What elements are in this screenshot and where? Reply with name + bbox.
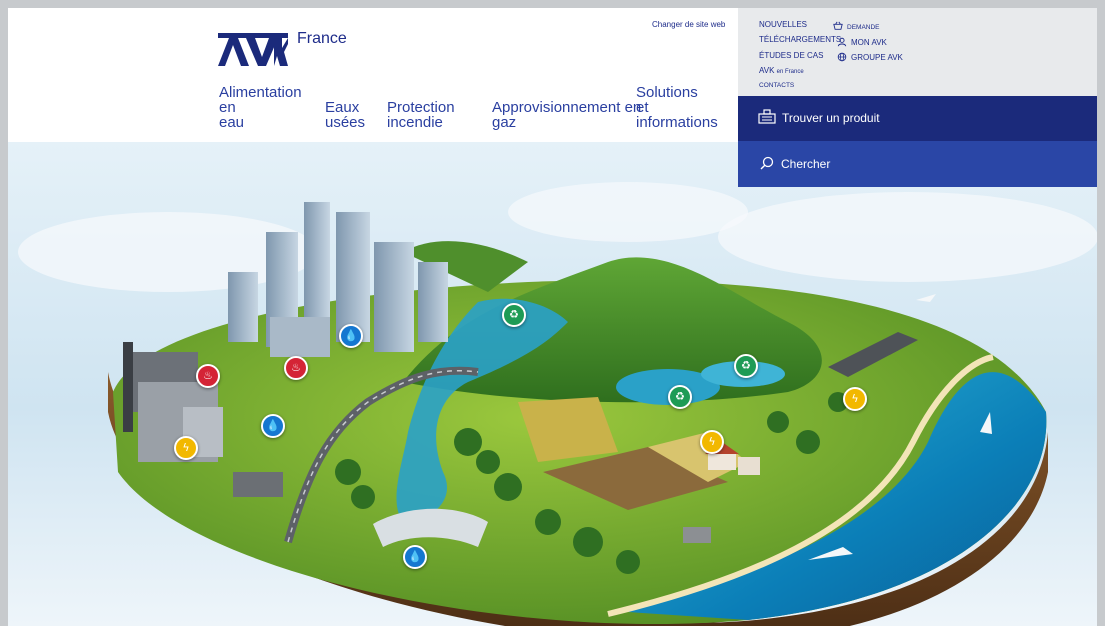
water-supply-marker-3[interactable]: 💧 — [403, 545, 427, 569]
water-supply-marker-1[interactable]: 💧 — [339, 324, 363, 348]
fire-protection-marker-2[interactable]: ♨ — [284, 356, 308, 380]
wastewater-marker-1[interactable]: ♻ — [502, 303, 526, 327]
my-avk-link[interactable]: MON AVK — [837, 37, 887, 47]
browser-viewport: 💧 💧 💧 ♨ ♨ ♻ ♻ ♻ ϟ ϟ ϟ France Changer de … — [8, 8, 1097, 626]
search-bar[interactable]: Chercher — [738, 141, 1097, 187]
site-header: France Changer de site web Alimentation … — [8, 8, 738, 142]
nav-fire-protection-line2: incendie — [387, 114, 443, 131]
fire-protection-marker-1[interactable]: ♨ — [196, 364, 220, 388]
my-avk-label: MON AVK — [851, 38, 887, 47]
nav-gas-supply-line2: gaz — [492, 114, 517, 131]
nav-gas-supply-line1: Approvisionnement en — [492, 99, 642, 116]
news-link[interactable]: NOUVELLES — [759, 20, 807, 29]
contacts-link[interactable]: CONTACTS — [759, 82, 794, 89]
hero-illustration: 💧 💧 💧 ♨ ♨ ♻ ♻ ♻ ϟ ϟ ϟ — [8, 142, 1097, 626]
avk-local-country: en France — [776, 69, 804, 75]
nav-water-supply-line2: eau — [219, 114, 245, 131]
gas-supply-marker-2[interactable]: ϟ — [700, 430, 724, 454]
search-label: Chercher — [781, 157, 831, 171]
product-valve-icon — [758, 109, 776, 124]
nav-wastewater[interactable]: Eaux usées — [325, 100, 377, 130]
search-icon — [760, 156, 774, 170]
avk-logo[interactable] — [218, 30, 288, 66]
downloads-link[interactable]: TÉLÉCHARGEMENTS — [759, 35, 841, 44]
find-product-button[interactable]: Trouver un produit — [738, 96, 1097, 141]
wastewater-marker-3[interactable]: ♻ — [668, 385, 692, 409]
nav-fire-protection-line1: Protection — [387, 99, 455, 116]
globe-icon — [837, 52, 847, 62]
request-label: DEMANDE — [847, 24, 880, 31]
basket-icon — [833, 21, 843, 30]
case-studies-link[interactable]: ÉTUDES DE CAS — [759, 51, 823, 60]
water-supply-marker-2[interactable]: 💧 — [261, 414, 285, 438]
nav-solutions[interactable]: Solutions et informations — [636, 85, 726, 130]
country-label: France — [297, 30, 347, 47]
nav-water-supply-line1: Alimentation en — [219, 84, 302, 116]
gas-supply-marker-1[interactable]: ϟ — [174, 436, 198, 460]
avk-group-link[interactable]: GROUPE AVK — [837, 52, 903, 62]
avk-group-label: GROUPE AVK — [851, 53, 903, 62]
avk-local-brand: AVK — [759, 66, 775, 75]
change-site-link[interactable]: Changer de site web — [652, 20, 725, 29]
nav-water-supply[interactable]: Alimentation en eau — [219, 85, 319, 130]
nav-solutions-line1: Solutions — [636, 84, 698, 101]
nav-wastewater-line1: Eaux — [325, 99, 360, 116]
gas-supply-marker-3[interactable]: ϟ — [843, 387, 867, 411]
nav-solutions-line2: et — [636, 99, 649, 116]
user-icon — [837, 37, 847, 47]
utility-panel: NOUVELLES TÉLÉCHARGEMENTS ÉTUDES DE CAS … — [738, 8, 1097, 96]
request-link[interactable]: DEMANDE — [833, 21, 880, 31]
island-illustration — [8, 142, 1097, 626]
nav-solutions-line3: informations — [636, 114, 718, 131]
avk-local-link[interactable]: AVK en France — [759, 66, 804, 75]
nav-gas-supply[interactable]: Approvisionnement en gaz — [492, 100, 652, 130]
nav-wastewater-line2: usées — [325, 114, 366, 131]
nav-fire-protection[interactable]: Protection incendie — [387, 100, 467, 130]
wastewater-marker-2[interactable]: ♻ — [734, 354, 758, 378]
find-product-label: Trouver un produit — [782, 111, 880, 125]
